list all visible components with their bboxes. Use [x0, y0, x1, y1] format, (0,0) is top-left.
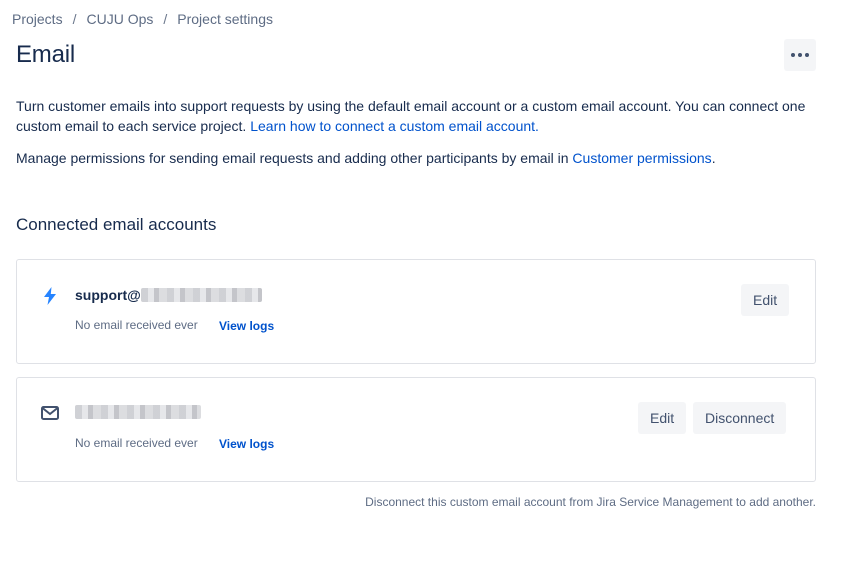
- envelope-icon: [41, 403, 59, 423]
- breadcrumb-project-settings[interactable]: Project settings: [177, 11, 273, 27]
- redacted-email: [75, 405, 201, 419]
- redacted-domain: [140, 288, 262, 302]
- intro-text: Turn customer emails into support reques…: [16, 96, 826, 180]
- learn-how-link[interactable]: Learn how to connect a custom email acco…: [250, 118, 539, 134]
- email-account-card: No email received ever View logs Edit Di…: [16, 377, 816, 482]
- customer-permissions-link[interactable]: Customer permissions: [572, 150, 711, 166]
- breadcrumb-separator: /: [72, 11, 77, 27]
- view-logs-link[interactable]: View logs: [219, 319, 274, 333]
- more-horizontal-icon: [791, 53, 809, 57]
- email-address: support@: [75, 287, 262, 303]
- lightning-bolt-icon: [41, 286, 59, 306]
- edit-button[interactable]: Edit: [638, 402, 687, 434]
- email-status: No email received ever: [75, 436, 198, 450]
- intro-paragraph-2-text: Manage permissions for sending email req…: [16, 150, 573, 166]
- breadcrumb-separator: /: [163, 11, 168, 27]
- breadcrumb-projects[interactable]: Projects: [12, 11, 63, 27]
- view-logs-link[interactable]: View logs: [219, 437, 274, 451]
- connected-accounts-heading: Connected email accounts: [16, 215, 217, 234]
- edit-button[interactable]: Edit: [741, 284, 790, 316]
- disconnect-footnote: Disconnect this custom email account fro…: [365, 495, 816, 509]
- breadcrumb-project[interactable]: CUJU Ops: [86, 11, 153, 27]
- intro-paragraph-1: Turn customer emails into support reques…: [16, 96, 826, 136]
- intro-paragraph-2: Manage permissions for sending email req…: [16, 148, 826, 168]
- more-actions-button[interactable]: [784, 39, 816, 71]
- email-status: No email received ever: [75, 318, 198, 332]
- email-address: [75, 405, 201, 419]
- page-title: Email: [16, 41, 76, 68]
- disconnect-button[interactable]: Disconnect: [693, 402, 787, 434]
- intro-paragraph-2-end: .: [711, 150, 716, 166]
- email-account-card: support@ No email received ever View log…: [16, 259, 816, 364]
- email-address-prefix: support@: [75, 287, 141, 303]
- breadcrumb: Projects / CUJU Ops / Project settings: [12, 11, 273, 27]
